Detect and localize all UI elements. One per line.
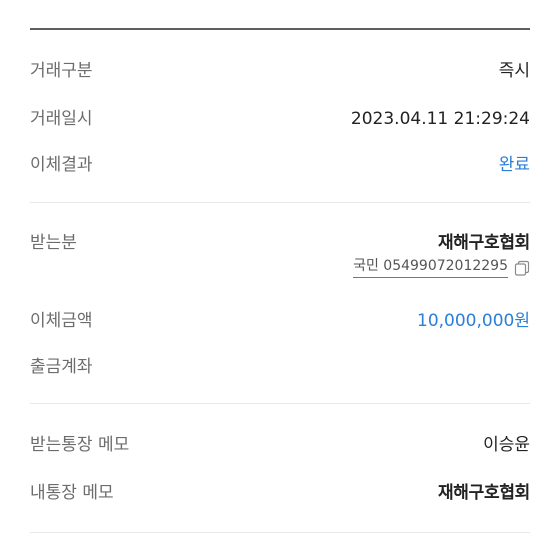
transfer-amount-value: 10,000,000원	[417, 311, 530, 331]
section-divider	[30, 403, 530, 404]
withdraw-account-label: 출금계좌	[30, 357, 93, 377]
row-transaction-datetime: 거래일시 2023.04.11 21:29:24	[30, 108, 530, 130]
recipient-account-line: 국민 05499072012295	[353, 257, 530, 278]
my-memo-label: 내통장 메모	[30, 483, 114, 503]
row-transaction-type: 거래구분 즉시	[30, 60, 530, 82]
section-divider	[30, 202, 530, 203]
transaction-datetime-value: 2023.04.11 21:29:24	[350, 109, 530, 129]
recipient-memo-value: 이승윤	[483, 435, 530, 455]
recipient-label: 받는분	[30, 233, 77, 253]
transfer-result-label: 이체결과	[30, 155, 93, 175]
my-memo-value: 재해구호협회	[437, 483, 530, 503]
recipient-block: 재해구호협회 국민 05499072012295	[353, 232, 530, 278]
transaction-datetime-label: 거래일시	[30, 109, 93, 129]
transfer-detail-page: 거래구분 즉시 거래일시 2023.04.11 21:29:24 이체결과 완료…	[0, 0, 560, 560]
recipient-memo-label: 받는통장 메모	[30, 435, 130, 455]
copy-icon[interactable]	[514, 260, 530, 276]
transaction-type-value: 즉시	[498, 61, 530, 81]
row-my-memo: 내통장 메모 재해구호협회	[30, 482, 530, 504]
row-recipient: 받는분 재해구호협회 국민 05499072012295	[30, 232, 530, 278]
transaction-type-label: 거래구분	[30, 61, 93, 81]
recipient-account[interactable]: 국민 05499072012295	[353, 257, 508, 278]
transfer-amount-label: 이체금액	[30, 311, 93, 331]
row-transfer-amount: 이체금액 10,000,000원	[30, 310, 530, 332]
transfer-result-value: 완료	[498, 155, 530, 175]
row-transfer-result: 이체결과 완료	[30, 154, 530, 176]
top-divider	[30, 28, 530, 30]
recipient-name: 재해구호협회	[437, 233, 530, 253]
row-withdraw-account: 출금계좌	[30, 356, 530, 378]
section-divider	[30, 532, 530, 533]
row-recipient-memo: 받는통장 메모 이승윤	[30, 434, 530, 456]
